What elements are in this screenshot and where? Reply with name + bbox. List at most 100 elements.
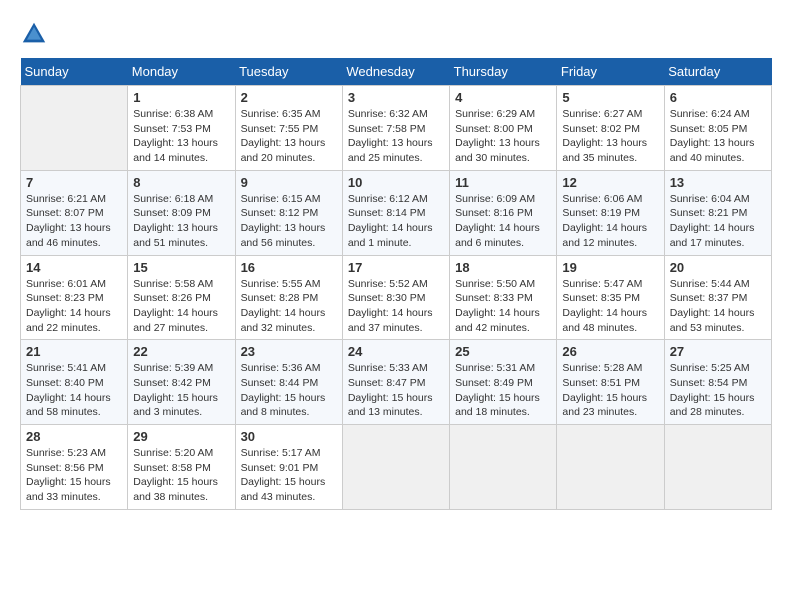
day-info: Sunrise: 5:28 AMSunset: 8:51 PMDaylight:… (562, 361, 658, 420)
calendar-cell (21, 86, 128, 171)
day-number: 11 (455, 175, 551, 190)
day-info: Sunrise: 6:29 AMSunset: 8:00 PMDaylight:… (455, 107, 551, 166)
calendar-cell: 17 Sunrise: 5:52 AMSunset: 8:30 PMDayligh… (342, 255, 449, 340)
calendar-cell: 23 Sunrise: 5:36 AMSunset: 8:44 PMDayligh… (235, 340, 342, 425)
day-number: 28 (26, 429, 122, 444)
calendar-cell: 13 Sunrise: 6:04 AMSunset: 8:21 PMDayligh… (664, 170, 771, 255)
weekday-header: Tuesday (235, 58, 342, 86)
day-number: 6 (670, 90, 766, 105)
calendar-cell (342, 425, 449, 510)
calendar-cell: 6 Sunrise: 6:24 AMSunset: 8:05 PMDaylight… (664, 86, 771, 171)
calendar-cell: 9 Sunrise: 6:15 AMSunset: 8:12 PMDaylight… (235, 170, 342, 255)
calendar-cell: 4 Sunrise: 6:29 AMSunset: 8:00 PMDaylight… (450, 86, 557, 171)
day-info: Sunrise: 6:32 AMSunset: 7:58 PMDaylight:… (348, 107, 444, 166)
calendar-cell: 29 Sunrise: 5:20 AMSunset: 8:58 PMDayligh… (128, 425, 235, 510)
day-number: 14 (26, 260, 122, 275)
day-info: Sunrise: 5:36 AMSunset: 8:44 PMDaylight:… (241, 361, 337, 420)
calendar-cell: 10 Sunrise: 6:12 AMSunset: 8:14 PMDayligh… (342, 170, 449, 255)
day-number: 25 (455, 344, 551, 359)
day-number: 4 (455, 90, 551, 105)
calendar-cell (557, 425, 664, 510)
calendar-cell: 19 Sunrise: 5:47 AMSunset: 8:35 PMDayligh… (557, 255, 664, 340)
weekday-header: Sunday (21, 58, 128, 86)
calendar-week-row: 7Sunrise: 6:21 AMSunset: 8:07 PMDaylight… (21, 170, 772, 255)
day-info: Sunrise: 5:25 AMSunset: 8:54 PMDaylight:… (670, 361, 766, 420)
calendar-cell: 1 Sunrise: 6:38 AMSunset: 7:53 PMDaylight… (128, 86, 235, 171)
calendar-cell: 26 Sunrise: 5:28 AMSunset: 8:51 PMDayligh… (557, 340, 664, 425)
day-info: Sunrise: 5:44 AMSunset: 8:37 PMDaylight:… (670, 277, 766, 336)
day-number: 18 (455, 260, 551, 275)
day-info: Sunrise: 5:50 AMSunset: 8:33 PMDaylight:… (455, 277, 551, 336)
day-number: 10 (348, 175, 444, 190)
calendar-cell: 15 Sunrise: 5:58 AMSunset: 8:26 PMDayligh… (128, 255, 235, 340)
day-info: Sunrise: 5:55 AMSunset: 8:28 PMDaylight:… (241, 277, 337, 336)
day-number: 15 (133, 260, 229, 275)
day-number: 26 (562, 344, 658, 359)
day-info: Sunrise: 5:23 AMSunset: 8:56 PMDaylight:… (26, 446, 122, 505)
day-info: Sunrise: 5:41 AMSunset: 8:40 PMDaylight:… (26, 361, 122, 420)
calendar-table: SundayMondayTuesdayWednesdayThursdayFrid… (20, 58, 772, 510)
day-number: 24 (348, 344, 444, 359)
day-info: Sunrise: 5:58 AMSunset: 8:26 PMDaylight:… (133, 277, 229, 336)
day-info: Sunrise: 5:47 AMSunset: 8:35 PMDaylight:… (562, 277, 658, 336)
day-info: Sunrise: 6:38 AMSunset: 7:53 PMDaylight:… (133, 107, 229, 166)
day-number: 20 (670, 260, 766, 275)
day-info: Sunrise: 5:31 AMSunset: 8:49 PMDaylight:… (455, 361, 551, 420)
day-info: Sunrise: 6:01 AMSunset: 8:23 PMDaylight:… (26, 277, 122, 336)
calendar-cell: 3 Sunrise: 6:32 AMSunset: 7:58 PMDaylight… (342, 86, 449, 171)
day-number: 9 (241, 175, 337, 190)
day-number: 3 (348, 90, 444, 105)
day-number: 30 (241, 429, 337, 444)
calendar-cell: 28 Sunrise: 5:23 AMSunset: 8:56 PMDayligh… (21, 425, 128, 510)
calendar-cell: 16 Sunrise: 5:55 AMSunset: 8:28 PMDayligh… (235, 255, 342, 340)
calendar-cell: 12Sunrise: 6:06 AMSunset: 8:19 PMDayligh… (557, 170, 664, 255)
logo (20, 20, 52, 48)
day-info: Sunrise: 6:27 AMSunset: 8:02 PMDaylight:… (562, 107, 658, 166)
calendar-week-row: 1 Sunrise: 6:38 AMSunset: 7:53 PMDaylight… (21, 86, 772, 171)
calendar-cell: 20 Sunrise: 5:44 AMSunset: 8:37 PMDayligh… (664, 255, 771, 340)
logo-icon (20, 20, 48, 48)
day-info: Sunrise: 5:20 AMSunset: 8:58 PMDaylight:… (133, 446, 229, 505)
calendar-week-row: 14 Sunrise: 6:01 AMSunset: 8:23 PMDayligh… (21, 255, 772, 340)
calendar-cell: 5Sunrise: 6:27 AMSunset: 8:02 PMDaylight… (557, 86, 664, 171)
calendar-cell: 14 Sunrise: 6:01 AMSunset: 8:23 PMDayligh… (21, 255, 128, 340)
weekday-header: Friday (557, 58, 664, 86)
page-header (20, 20, 772, 48)
day-number: 21 (26, 344, 122, 359)
calendar-cell (450, 425, 557, 510)
calendar-cell: 2Sunrise: 6:35 AMSunset: 7:55 PMDaylight… (235, 86, 342, 171)
calendar-week-row: 21 Sunrise: 5:41 AMSunset: 8:40 PMDayligh… (21, 340, 772, 425)
day-number: 1 (133, 90, 229, 105)
day-info: Sunrise: 6:06 AMSunset: 8:19 PMDaylight:… (562, 192, 658, 251)
day-info: Sunrise: 6:15 AMSunset: 8:12 PMDaylight:… (241, 192, 337, 251)
day-number: 13 (670, 175, 766, 190)
calendar-cell: 24 Sunrise: 5:33 AMSunset: 8:47 PMDayligh… (342, 340, 449, 425)
day-number: 23 (241, 344, 337, 359)
calendar-cell: 18 Sunrise: 5:50 AMSunset: 8:33 PMDayligh… (450, 255, 557, 340)
day-info: Sunrise: 5:17 AMSunset: 9:01 PMDaylight:… (241, 446, 337, 505)
calendar-cell: 21 Sunrise: 5:41 AMSunset: 8:40 PMDayligh… (21, 340, 128, 425)
calendar-cell: 25 Sunrise: 5:31 AMSunset: 8:49 PMDayligh… (450, 340, 557, 425)
weekday-header: Monday (128, 58, 235, 86)
day-number: 19 (562, 260, 658, 275)
calendar-week-row: 28 Sunrise: 5:23 AMSunset: 8:56 PMDayligh… (21, 425, 772, 510)
day-info: Sunrise: 5:33 AMSunset: 8:47 PMDaylight:… (348, 361, 444, 420)
calendar-cell: 11 Sunrise: 6:09 AMSunset: 8:16 PMDayligh… (450, 170, 557, 255)
day-number: 17 (348, 260, 444, 275)
day-number: 7 (26, 175, 122, 190)
day-info: Sunrise: 5:52 AMSunset: 8:30 PMDaylight:… (348, 277, 444, 336)
day-number: 2 (241, 90, 337, 105)
day-info: Sunrise: 6:24 AMSunset: 8:05 PMDaylight:… (670, 107, 766, 166)
day-number: 8 (133, 175, 229, 190)
day-info: Sunrise: 6:09 AMSunset: 8:16 PMDaylight:… (455, 192, 551, 251)
day-info: Sunrise: 5:39 AMSunset: 8:42 PMDaylight:… (133, 361, 229, 420)
weekday-header: Wednesday (342, 58, 449, 86)
calendar-cell: 27Sunrise: 5:25 AMSunset: 8:54 PMDayligh… (664, 340, 771, 425)
day-info: Sunrise: 6:18 AMSunset: 8:09 PMDaylight:… (133, 192, 229, 251)
calendar-cell: 7Sunrise: 6:21 AMSunset: 8:07 PMDaylight… (21, 170, 128, 255)
day-info: Sunrise: 6:12 AMSunset: 8:14 PMDaylight:… (348, 192, 444, 251)
day-number: 16 (241, 260, 337, 275)
day-info: Sunrise: 6:04 AMSunset: 8:21 PMDaylight:… (670, 192, 766, 251)
day-number: 29 (133, 429, 229, 444)
calendar-cell (664, 425, 771, 510)
